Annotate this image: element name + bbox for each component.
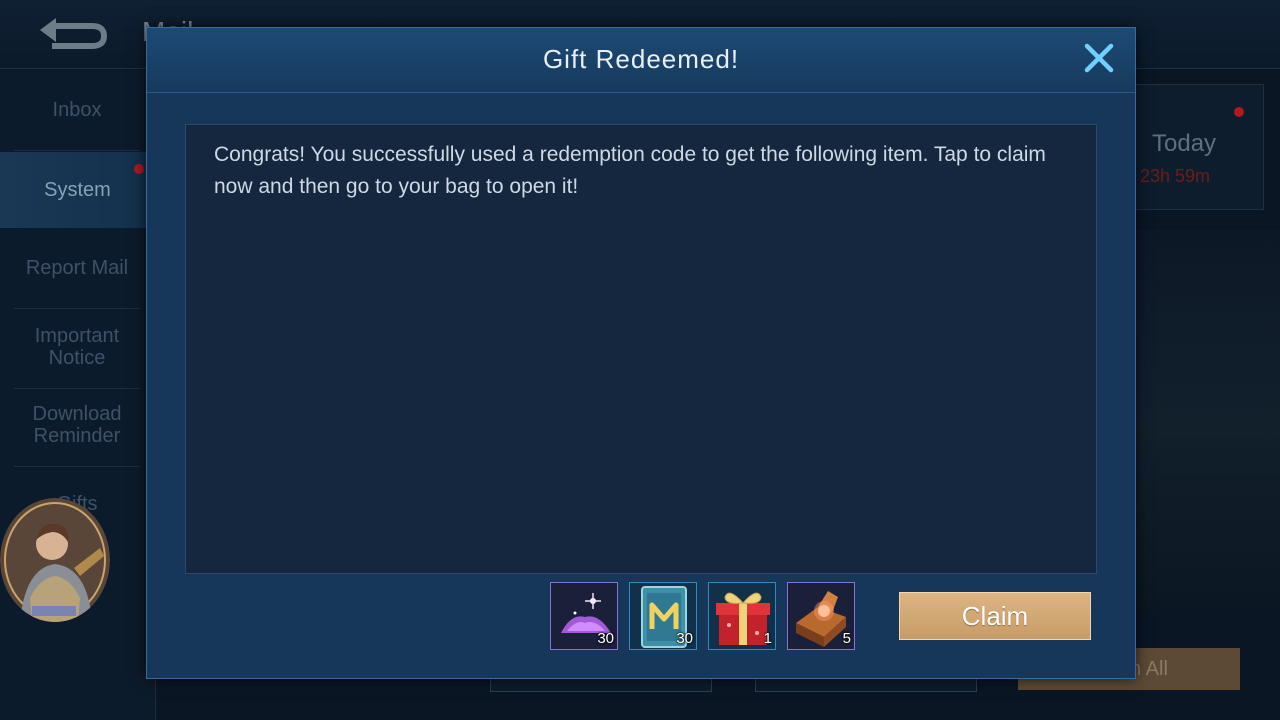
avatar[interactable] (0, 498, 110, 622)
divider (14, 150, 140, 151)
reward-item-gift-box[interactable]: 1 (708, 582, 776, 650)
reward-item-magic-dust[interactable]: 30 (550, 582, 618, 650)
item-count: 30 (597, 630, 614, 647)
sidebar-item-download-reminder[interactable]: Download Reminder (14, 400, 140, 450)
item-count: 1 (763, 630, 772, 647)
message-box: Congrats! You successfully used a redemp… (185, 124, 1097, 574)
claim-label: Claim (961, 600, 1029, 631)
sidebar-item-system[interactable]: System (0, 152, 155, 228)
dialog-header: Gift Redeemed! (147, 28, 1135, 93)
sidebar: Inbox System Report Mail Important Notic… (0, 70, 156, 720)
notification-dot (1234, 107, 1244, 117)
sidebar-item-important-notice[interactable]: Important Notice (14, 322, 140, 372)
item-count: 30 (676, 630, 693, 647)
sidebar-item-report-mail[interactable]: Report Mail (14, 248, 140, 288)
mail-preview-area (1134, 230, 1280, 620)
dialog-title: Gift Redeemed! (542, 44, 740, 74)
divider (14, 388, 140, 389)
mail-date: Today (1152, 130, 1217, 157)
sidebar-item-inbox[interactable]: Inbox (14, 90, 140, 130)
divider (14, 308, 140, 309)
claim-button[interactable]: Claim (899, 592, 1091, 640)
message-text: Congrats! You successfully used a redemp… (214, 143, 1046, 198)
close-icon[interactable] (1079, 38, 1119, 78)
reward-item-magic-card[interactable]: 30 (629, 582, 697, 650)
gift-redeemed-dialog: Gift Redeemed! Congrats! You successfull… (146, 27, 1136, 679)
item-count: 5 (842, 630, 851, 647)
divider (14, 466, 140, 467)
back-arrow-icon[interactable] (34, 12, 110, 52)
notification-dot (134, 164, 144, 174)
reward-item-crate[interactable]: 5 (787, 582, 855, 650)
mail-expiry: 23h 59m (1140, 166, 1211, 186)
